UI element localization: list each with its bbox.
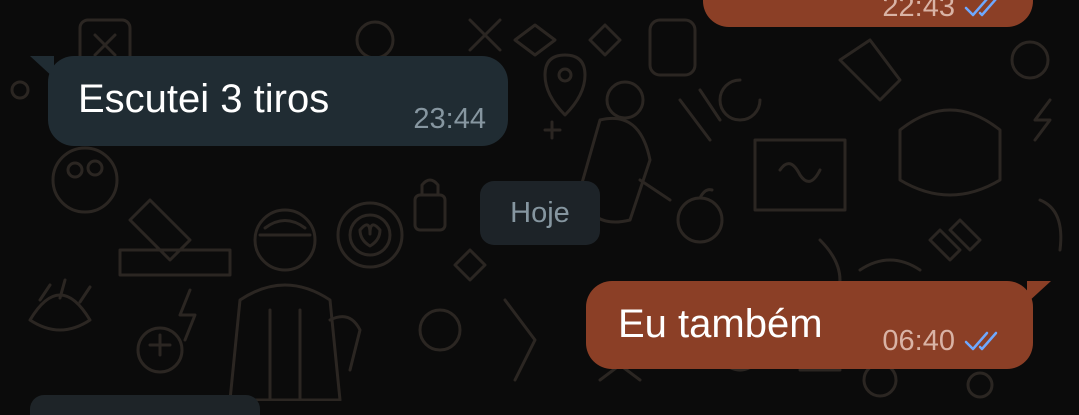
date-separator: Hoje xyxy=(480,181,600,245)
date-separator-label: Hoje xyxy=(510,196,570,229)
message-text: Eu também xyxy=(618,302,823,346)
message-bubble-incoming[interactable]: Escutei 3 tiros 23:44 xyxy=(30,56,508,146)
message-meta: 06:40 xyxy=(882,326,1007,356)
message-text: Escutei 3 tiros xyxy=(78,77,330,121)
message-time: 22:43 xyxy=(882,0,955,23)
message-bubble-outgoing[interactable]: 22:43 xyxy=(703,0,1033,27)
bubble-tail xyxy=(30,56,54,78)
message-meta: 23:44 xyxy=(413,104,486,134)
double-check-read-icon xyxy=(963,0,1007,18)
message-time: 06:40 xyxy=(882,325,955,357)
message-meta: 22:43 xyxy=(882,0,1007,22)
message-bubble-outgoing[interactable]: Eu também 06:40 xyxy=(586,281,1051,369)
message-bubble-partial[interactable] xyxy=(30,395,260,415)
bubble-tail xyxy=(1027,281,1051,303)
message-time: 23:44 xyxy=(413,103,486,135)
double-check-read-icon xyxy=(963,330,1007,352)
